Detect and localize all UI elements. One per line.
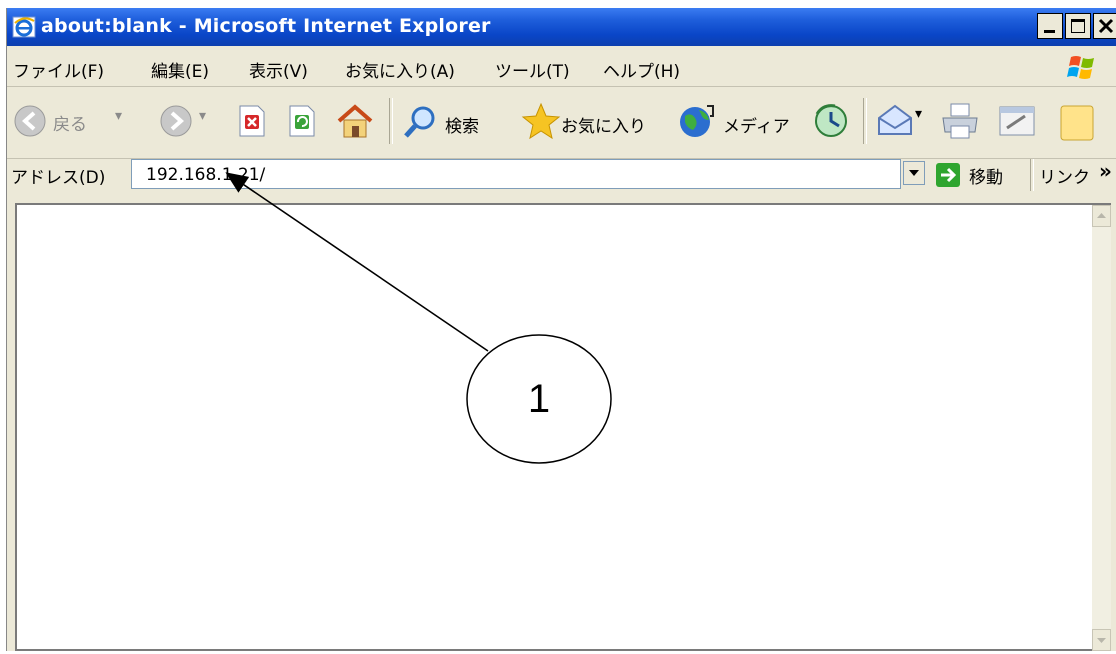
forward-dropdown-arrow-icon[interactable]: ▾ xyxy=(199,108,206,124)
search-label: 検索 xyxy=(445,117,479,137)
vertical-scrollbar[interactable] xyxy=(1092,205,1111,651)
back-arrow-icon xyxy=(14,105,46,137)
maximize-button[interactable] xyxy=(1065,13,1091,39)
media-label: メディア xyxy=(723,117,790,137)
close-button[interactable] xyxy=(1093,13,1116,39)
links-button[interactable]: リンク xyxy=(1039,163,1090,188)
print-icon[interactable] xyxy=(939,102,981,140)
favorites-label: お気に入り xyxy=(561,117,646,137)
address-dropdown-button[interactable] xyxy=(903,161,925,185)
mail-dropdown-arrow-icon[interactable]: ▾ xyxy=(915,106,922,122)
annotation-callout: 1 xyxy=(466,334,612,464)
menu-file[interactable]: ファイル(F) xyxy=(13,57,104,82)
chevron-up-icon xyxy=(1097,213,1106,218)
go-arrow-icon[interactable] xyxy=(935,162,961,188)
windows-logo-icon xyxy=(1067,56,1094,79)
forward-arrow-icon xyxy=(160,105,192,137)
window-title: about:blank - Microsoft Internet Explore… xyxy=(41,15,491,37)
back-dropdown-arrow-icon[interactable]: ▾ xyxy=(115,108,122,124)
star-icon xyxy=(521,102,561,140)
menu-tools[interactable]: ツール(T) xyxy=(495,57,570,82)
callout-number: 1 xyxy=(527,376,551,421)
chevron-down-icon xyxy=(1097,638,1106,643)
refresh-icon[interactable] xyxy=(287,104,317,138)
address-value[interactable]: 192.168.1.21/ xyxy=(146,165,265,185)
stop-icon[interactable] xyxy=(237,104,267,138)
title-bar[interactable]: about:blank - Microsoft Internet Explore… xyxy=(7,8,1116,46)
scroll-down-button[interactable] xyxy=(1092,629,1111,651)
scroll-up-button[interactable] xyxy=(1092,205,1111,227)
history-icon[interactable] xyxy=(811,102,851,140)
menu-favorites[interactable]: お気に入り(A) xyxy=(345,57,455,82)
browser-window: about:blank - Microsoft Internet Explore… xyxy=(6,8,1116,651)
minimize-button[interactable] xyxy=(1037,13,1063,39)
chevron-down-icon xyxy=(909,170,919,176)
messenger-icon[interactable] xyxy=(1059,104,1095,142)
menu-bar: ファイル(F) 編集(E) 表示(V) お気に入り(A) ツール(T) ヘルプ(… xyxy=(7,48,1116,87)
mail-icon xyxy=(878,104,912,135)
ie-icon xyxy=(12,16,36,38)
back-label: 戻る xyxy=(53,115,87,135)
go-button-label[interactable]: 移動 xyxy=(969,163,1003,188)
edit-icon[interactable] xyxy=(997,104,1037,138)
links-separator xyxy=(1030,159,1034,191)
menu-edit[interactable]: 編集(E) xyxy=(151,57,209,82)
address-bar: アドレス(D) 192.168.1.21/ 移動 リンク » xyxy=(7,153,1116,197)
address-input[interactable]: 192.168.1.21/ xyxy=(131,159,901,189)
menu-view[interactable]: 表示(V) xyxy=(249,57,308,82)
toolbar-separator xyxy=(863,98,867,144)
media-globe-icon xyxy=(680,105,714,137)
standard-toolbar: 戻る ▾ ▾ 検索 お気に入り メディア ▾ xyxy=(7,88,1116,159)
close-icon xyxy=(1098,18,1114,34)
address-label: アドレス(D) xyxy=(11,168,106,188)
search-icon xyxy=(404,106,435,138)
toolbar-separator xyxy=(389,98,393,144)
home-icon[interactable] xyxy=(335,102,375,140)
links-more-icon[interactable]: » xyxy=(1099,159,1112,183)
menu-help[interactable]: ヘルプ(H) xyxy=(603,57,680,82)
